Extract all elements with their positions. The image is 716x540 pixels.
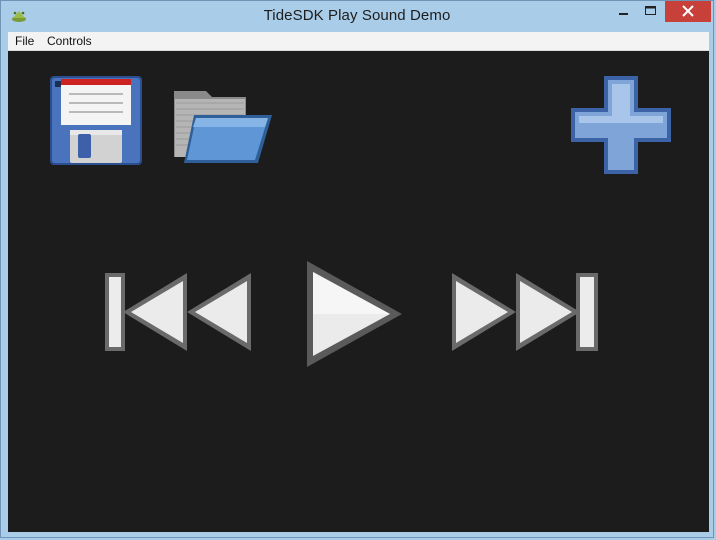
close-icon[interactable]: [665, 1, 711, 22]
floppy-disk-save-icon[interactable]: [49, 75, 143, 167]
menu-bar: File Controls: [8, 32, 709, 51]
app-window: TideSDK Play Sound Demo File Controls: [0, 0, 714, 538]
plus-add-icon[interactable]: [568, 73, 674, 177]
maximize-icon[interactable]: [637, 1, 664, 22]
menu-file[interactable]: File: [15, 34, 34, 48]
title-bar[interactable]: TideSDK Play Sound Demo: [1, 1, 713, 32]
play-icon[interactable]: [304, 259, 404, 369]
skip-previous-icon[interactable]: [103, 271, 253, 353]
open-folder-icon[interactable]: [172, 87, 274, 167]
window-title: TideSDK Play Sound Demo: [263, 7, 451, 24]
minimize-icon[interactable]: [610, 1, 637, 22]
player-area: [8, 51, 709, 532]
menu-controls[interactable]: Controls: [47, 34, 92, 48]
skip-next-icon[interactable]: [450, 271, 600, 353]
